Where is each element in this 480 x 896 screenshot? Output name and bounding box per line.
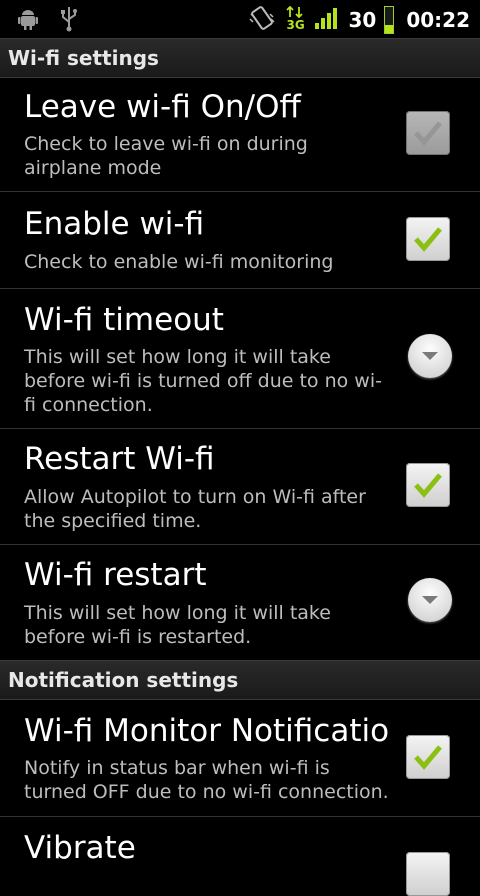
section-header-wifi: Wi-fi settings — [0, 38, 480, 78]
battery-fill — [385, 25, 394, 33]
pref-title: Leave wi-fi On/Off — [24, 89, 301, 125]
pref-vibrate[interactable]: Vibrate — [0, 816, 480, 896]
pref-title: Enable wi-fi — [24, 206, 205, 242]
data-3g-icon: 3G — [284, 6, 306, 34]
pref-title: Restart Wi-fi — [24, 441, 215, 477]
chevron-down-icon — [422, 352, 438, 360]
vibrate-icon — [248, 4, 276, 36]
pref-summary: Allow Autopilot to turn on Wi-fi after t… — [24, 486, 366, 532]
section-title-notification: Notification settings — [8, 668, 239, 692]
pref-title: Wi-fi restart — [24, 557, 207, 593]
section-header-notification: Notification settings — [0, 660, 480, 700]
wifi-timeout-dropdown[interactable] — [408, 334, 452, 378]
pref-enable-wifi[interactable]: Enable wi-fi Check to enable wi-fi monit… — [0, 191, 480, 289]
pref-title: Vibrate — [24, 830, 136, 866]
wifi-restart-dropdown[interactable] — [408, 578, 452, 622]
signal-icon — [314, 6, 340, 34]
pref-monitor-notification[interactable]: Wi-fi Monitor Notification Notify in sta… — [0, 699, 480, 817]
usb-icon — [58, 6, 80, 36]
pref-summary: This will set how long it will take befo… — [24, 602, 331, 648]
pref-title: Wi-fi timeout — [24, 302, 224, 338]
clock: 00:22 — [406, 8, 470, 32]
section-title-wifi: Wi-fi settings — [8, 46, 159, 70]
leave-wifi-checkbox[interactable] — [406, 111, 450, 155]
pref-wifi-timeout[interactable]: Wi-fi timeout This will set how long it … — [0, 288, 480, 429]
restart-wifi-checkbox[interactable] — [406, 463, 450, 507]
check-icon — [414, 745, 442, 770]
check-icon — [414, 227, 442, 252]
pref-summary: Notify in status bar when wi-fi is turne… — [24, 757, 389, 803]
battery-level: 30 — [348, 8, 377, 32]
android-debug-icon — [16, 7, 40, 35]
pref-summary: Check to leave wi-fi on during airplane … — [24, 133, 308, 179]
vibrate-checkbox[interactable] — [406, 852, 450, 896]
status-bar: 3G 30 00:22 — [0, 0, 480, 38]
pref-leave-wifi[interactable]: Leave wi-fi On/Off Check to leave wi-fi … — [0, 77, 480, 192]
pref-wifi-restart[interactable]: Wi-fi restart This will set how long it … — [0, 544, 480, 661]
pref-title: Wi-fi Monitor Notification — [24, 713, 390, 749]
monitor-notification-checkbox[interactable] — [406, 735, 450, 779]
enable-wifi-checkbox[interactable] — [406, 217, 450, 261]
battery-icon — [384, 6, 395, 34]
pref-summary: Check to enable wi-fi monitoring — [24, 251, 334, 273]
check-icon — [414, 121, 442, 146]
chevron-down-icon — [422, 596, 438, 604]
pref-summary: This will set how long it will take befo… — [24, 346, 382, 416]
network-label: 3G — [286, 18, 305, 32]
pref-restart-wifi[interactable]: Restart Wi-fi Allow Autopilot to turn on… — [0, 428, 480, 545]
check-icon — [414, 473, 442, 498]
